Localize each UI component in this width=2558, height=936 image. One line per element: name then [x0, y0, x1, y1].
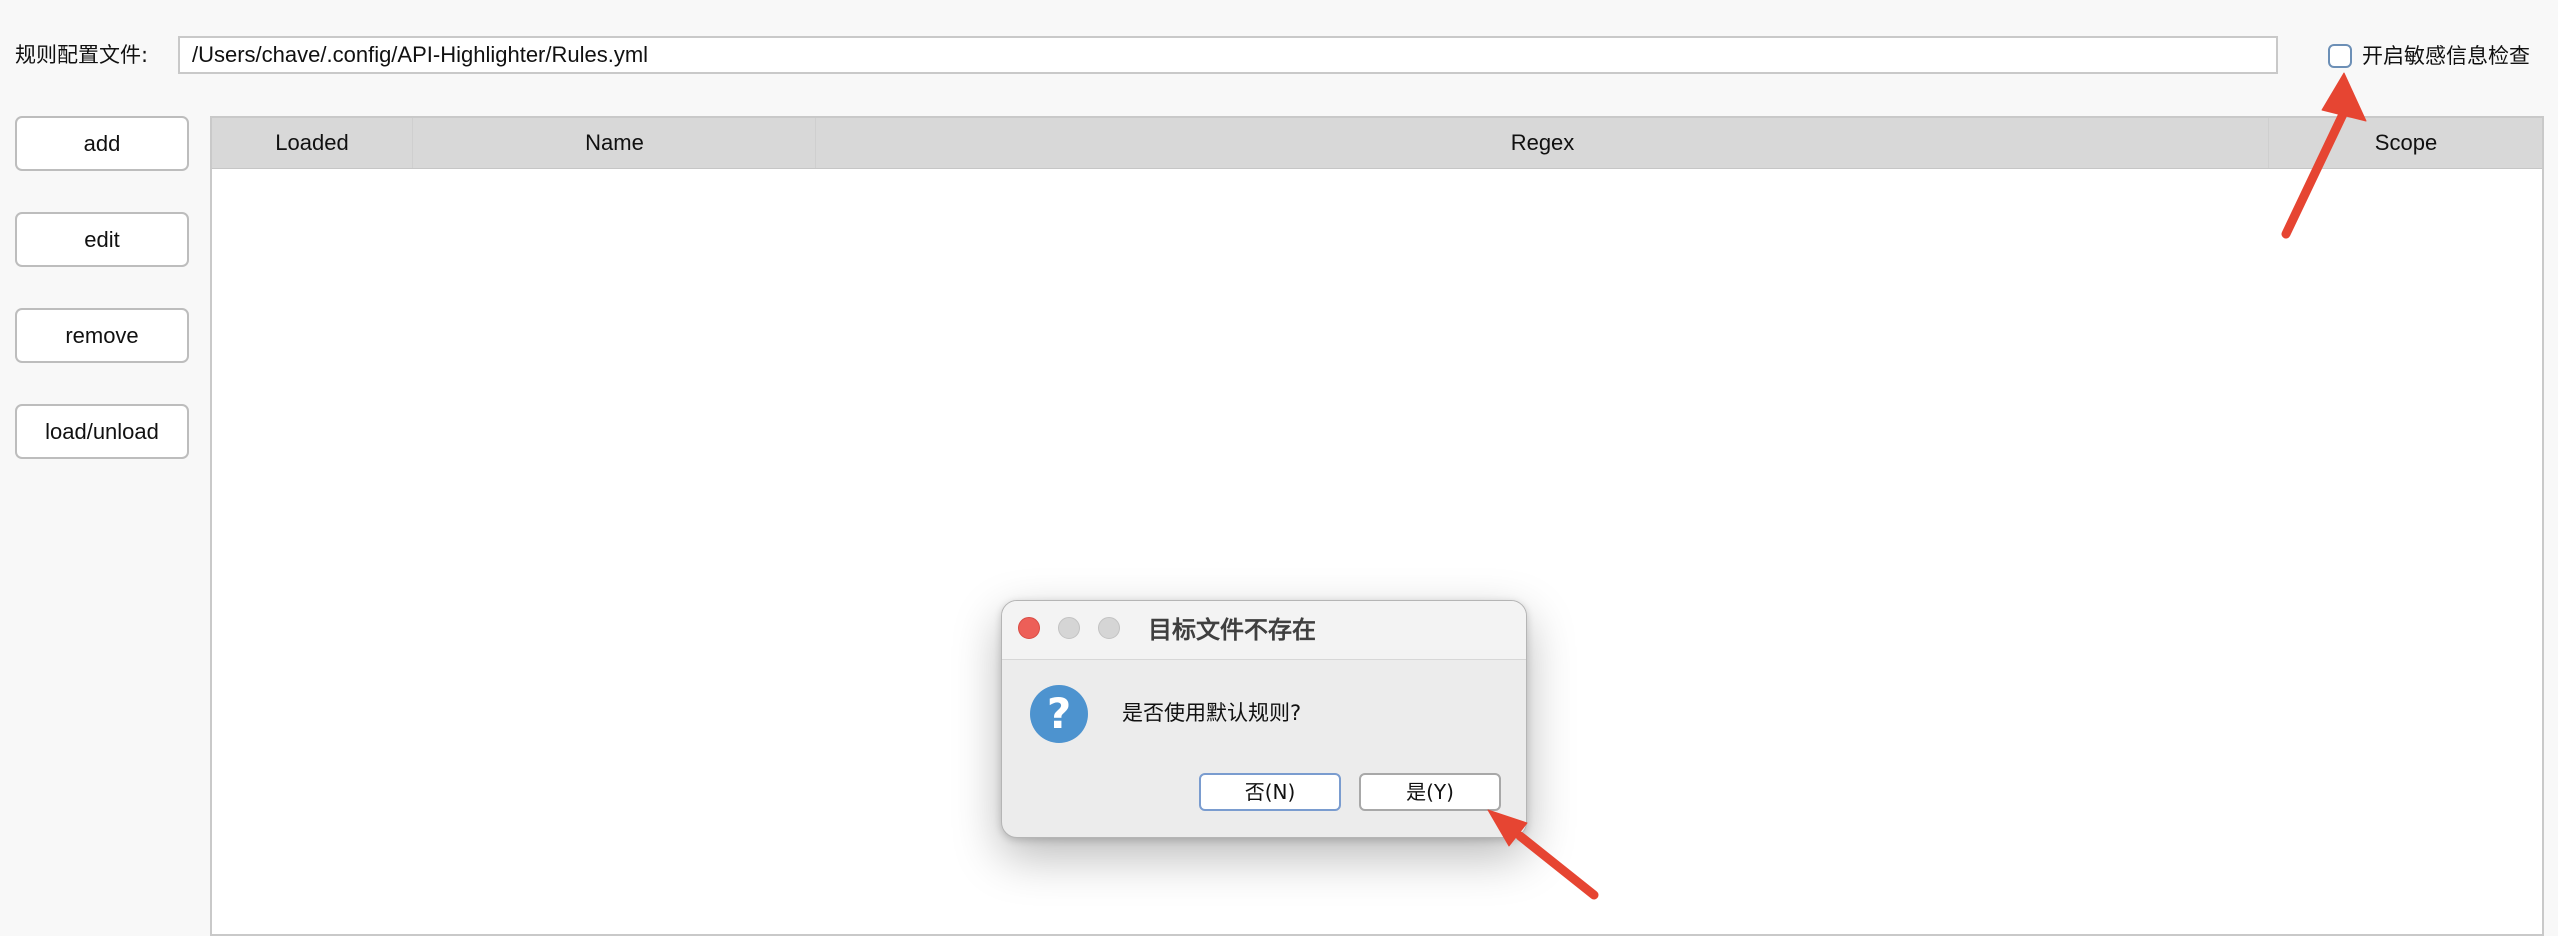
- no-button[interactable]: 否(N): [1199, 773, 1341, 811]
- question-icon: ?: [1030, 685, 1088, 743]
- window-zoom-icon: [1098, 617, 1120, 639]
- remove-button[interactable]: remove: [15, 308, 189, 363]
- column-header-scope[interactable]: Scope: [2268, 118, 2543, 168]
- sensitive-check-checkbox[interactable]: [2328, 44, 2352, 68]
- dialog-message: 是否使用默认规则?: [1122, 701, 1302, 725]
- column-header-loaded[interactable]: Loaded: [212, 118, 412, 168]
- load-unload-button[interactable]: load/unload: [15, 404, 189, 459]
- yes-button[interactable]: 是(Y): [1359, 773, 1501, 811]
- column-header-regex[interactable]: Regex: [815, 118, 2269, 168]
- dialog-titlebar[interactable]: 目标文件不存在: [1002, 601, 1526, 660]
- add-button[interactable]: add: [15, 116, 189, 171]
- dialog-title: 目标文件不存在: [1148, 616, 1316, 644]
- rules-table-header: Loaded Name Regex Scope: [212, 118, 2542, 169]
- sensitive-check-label: 开启敏感信息检查: [2362, 44, 2530, 68]
- config-file-path-input[interactable]: /Users/chave/.config/API-Highlighter/Rul…: [178, 36, 2278, 74]
- window-minimize-icon: [1058, 617, 1080, 639]
- sensitive-check-toggle[interactable]: 开启敏感信息检查: [2328, 41, 2530, 71]
- missing-file-dialog: 目标文件不存在 ? 是否使用默认规则? 否(N) 是(Y): [1001, 600, 1527, 838]
- config-file-label: 规则配置文件:: [15, 43, 149, 67]
- window-close-icon[interactable]: [1018, 617, 1040, 639]
- edit-button[interactable]: edit: [15, 212, 189, 267]
- column-header-name[interactable]: Name: [412, 118, 816, 168]
